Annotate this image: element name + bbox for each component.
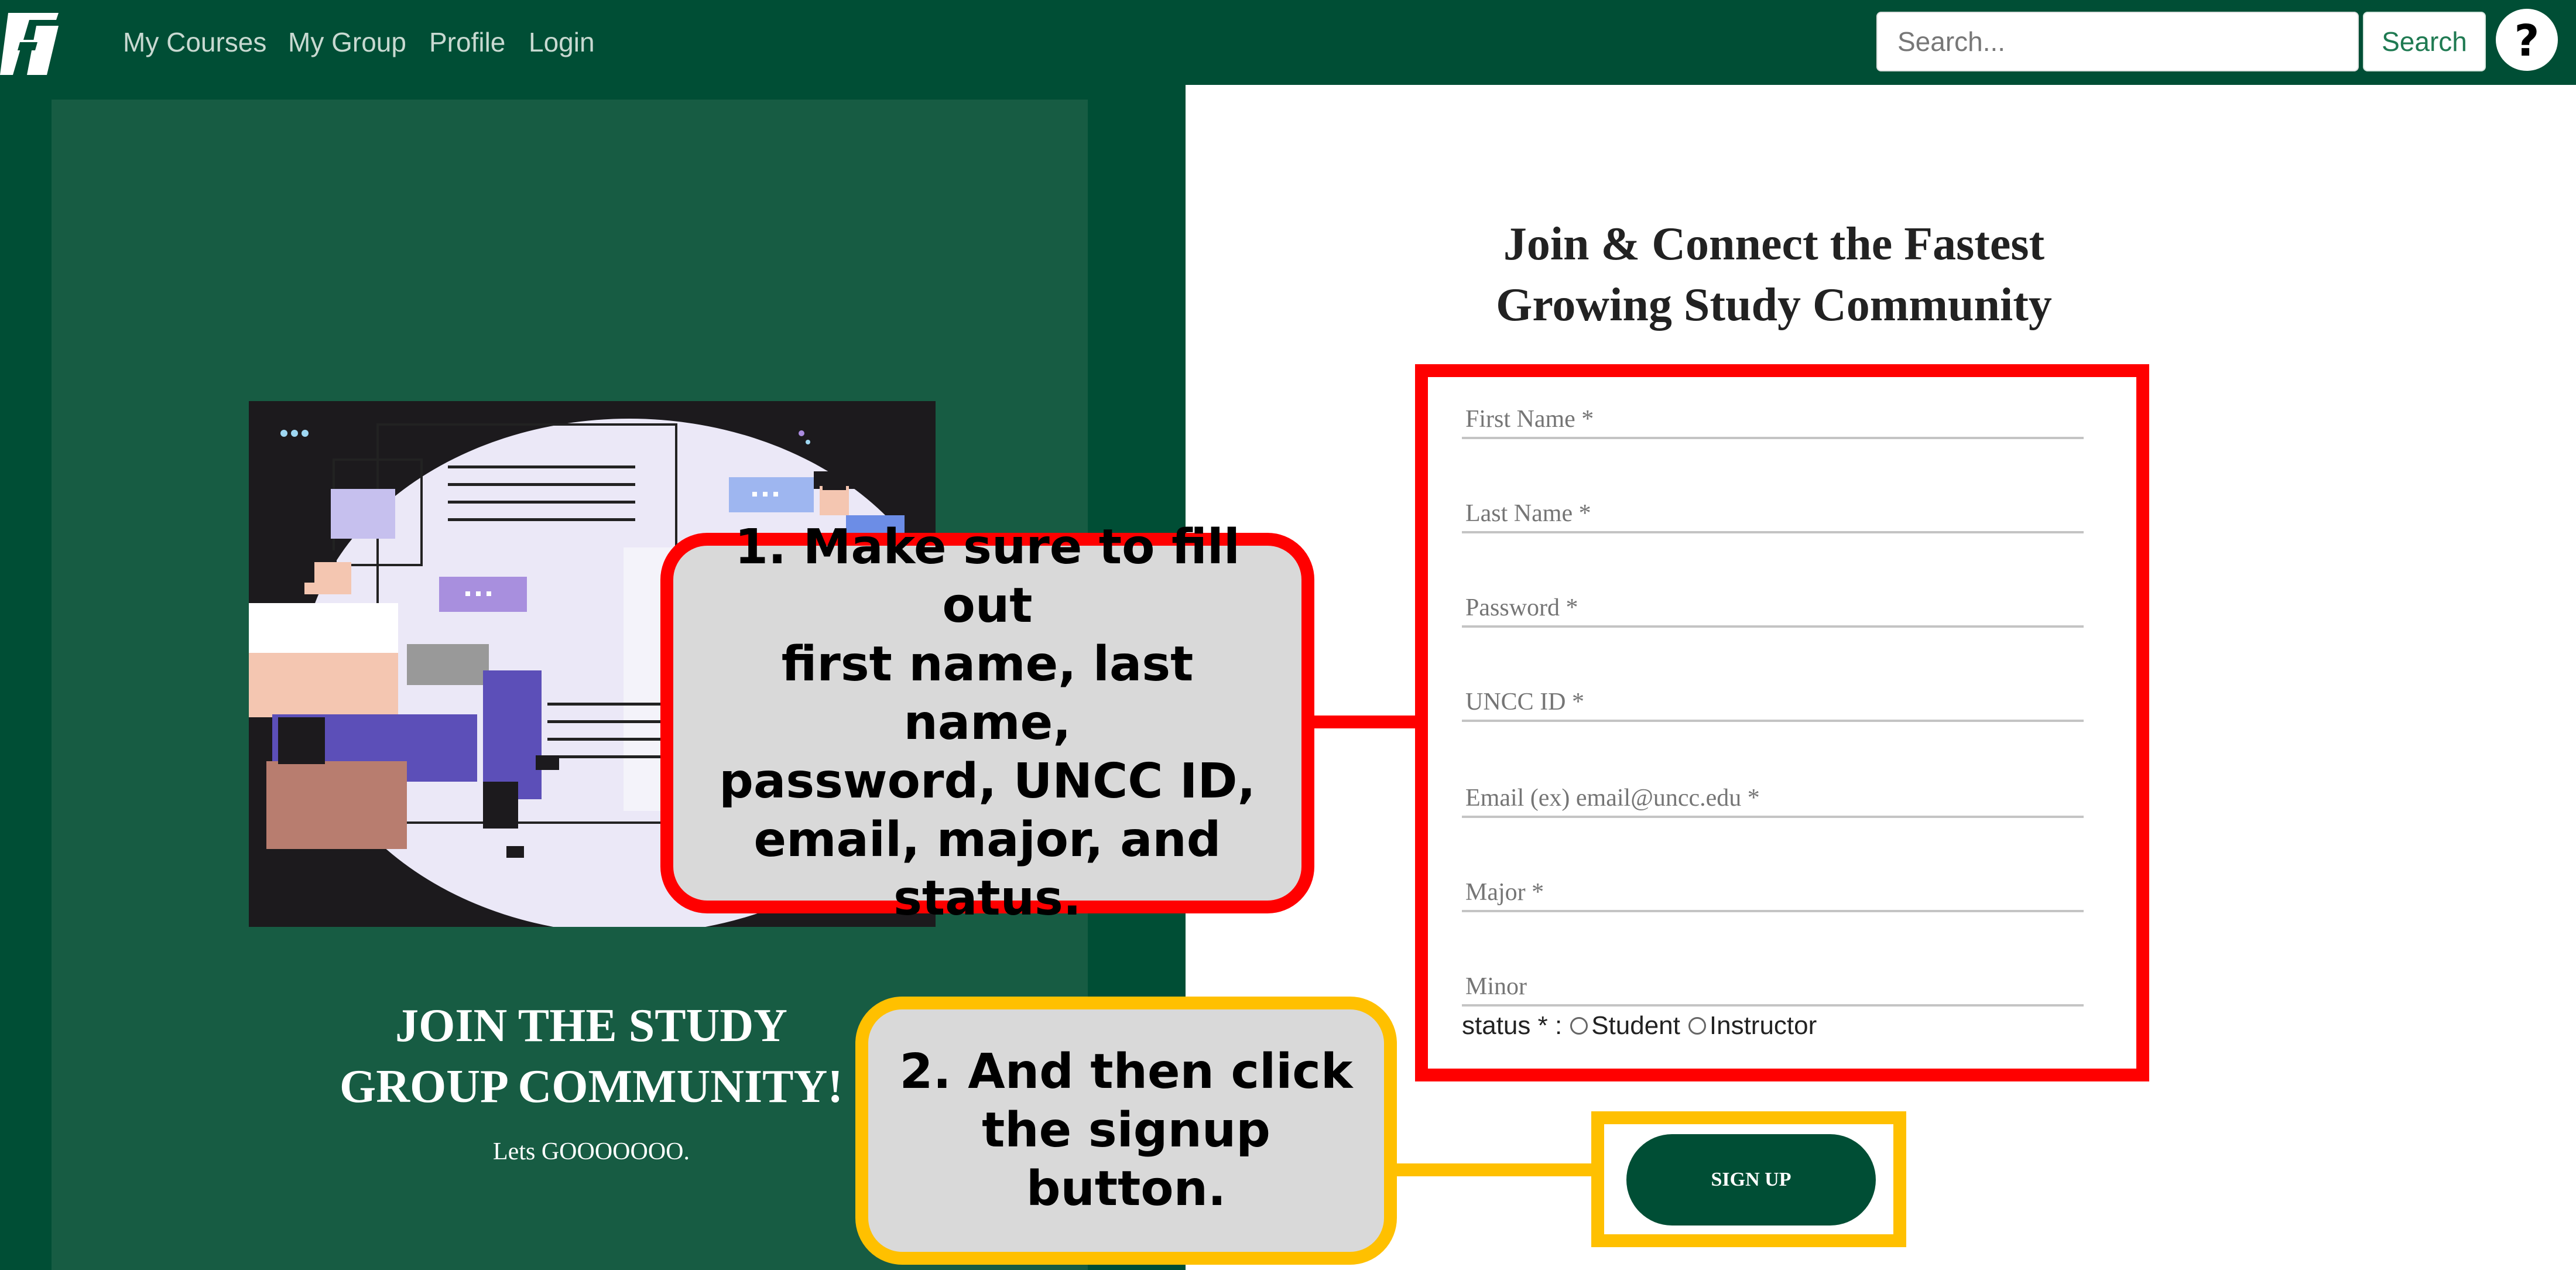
search-button[interactable]: Search <box>2363 12 2486 71</box>
callout-connector-red <box>1306 716 1423 728</box>
callout-line: 1. Make sure to fill out <box>734 519 1241 634</box>
callout-line: the signup button. <box>982 1103 1270 1217</box>
instruction-callout-step2: 2. And then click the signup button. <box>855 997 1397 1265</box>
hero-subtext: Lets GOOOOOOO. <box>493 1138 690 1165</box>
signup-button[interactable]: SIGN UP <box>1626 1134 1876 1226</box>
callout-line: password, UNCC ID, <box>719 754 1256 809</box>
status-label: status * : <box>1462 1011 1563 1040</box>
status-student-radio[interactable] <box>1570 1017 1588 1035</box>
password-field[interactable] <box>1462 590 2084 628</box>
status-instructor-radio[interactable] <box>1688 1017 1706 1035</box>
last-name-field[interactable] <box>1462 496 2084 533</box>
form-title-line: Growing Study Community <box>1496 279 2052 331</box>
form-title: Join & Connect the Fastest Growing Study… <box>1405 214 2143 336</box>
nav-link-my-courses[interactable]: My Courses <box>123 23 266 61</box>
help-button[interactable]: ? <box>2496 9 2558 71</box>
callout-connector-yellow <box>1382 1163 1598 1176</box>
status-instructor-label[interactable]: Instructor <box>1710 1008 1817 1043</box>
question-mark-icon: ? <box>2515 16 2540 66</box>
callout-line: 2. And then click <box>899 1044 1353 1100</box>
first-name-field[interactable] <box>1462 402 2084 439</box>
hero-heading-line: JOIN THE STUDY <box>395 1000 787 1052</box>
status-radio-group: status * : Student Instructor <box>1462 1008 1817 1043</box>
form-title-line: Join & Connect the Fastest <box>1503 218 2045 270</box>
status-student-label[interactable]: Student <box>1591 1008 1680 1043</box>
major-field[interactable] <box>1462 875 2084 912</box>
callout-line: first name, last name, <box>781 636 1194 751</box>
hero-heading: JOIN THE STUDY GROUP COMMUNITY! <box>263 995 919 1117</box>
nav-link-profile[interactable]: Profile <box>429 23 505 61</box>
minor-field[interactable] <box>1462 969 2084 1007</box>
nav-link-login[interactable]: Login <box>529 23 595 61</box>
nav-link-my-group[interactable]: My Group <box>288 23 406 61</box>
callout-line: email, major, and status. <box>753 812 1221 926</box>
university-logo-icon[interactable] <box>0 8 64 77</box>
instruction-callout-step1: 1. Make sure to fill out first name, las… <box>660 519 1314 926</box>
email-field[interactable] <box>1462 781 2084 818</box>
uncc-id-field[interactable] <box>1462 684 2084 722</box>
hero-heading-line: GROUP COMMUNITY! <box>340 1061 843 1112</box>
svg-text:?: ? <box>2515 16 2540 66</box>
search-input[interactable] <box>1876 12 2359 71</box>
